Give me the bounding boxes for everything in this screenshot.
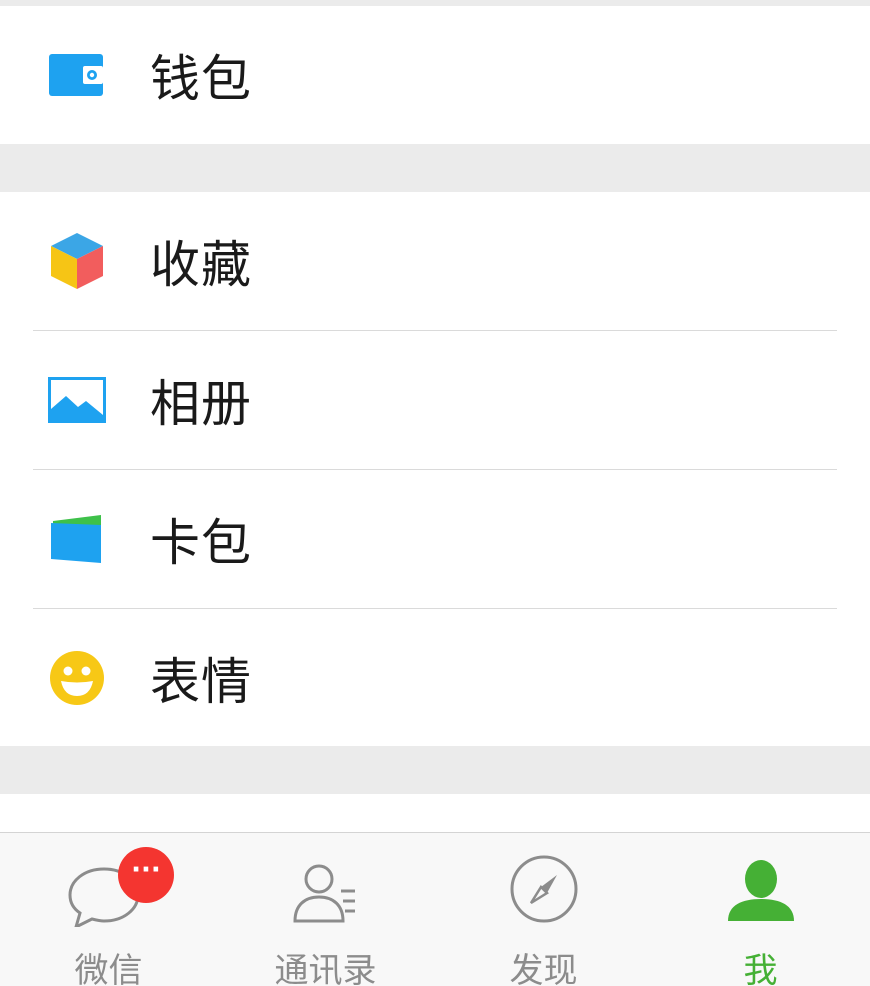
contacts-icon <box>281 847 371 927</box>
stickers-label: 表情 <box>150 653 252 711</box>
cube-icon <box>46 230 108 292</box>
smiley-icon <box>46 647 108 709</box>
person-icon <box>716 847 806 927</box>
tab-contacts[interactable]: 通讯录 <box>217 833 434 986</box>
album-cell[interactable]: 相册 <box>0 331 870 469</box>
tab-discover-label: 发现 <box>509 951 578 986</box>
cards-label: 卡包 <box>150 514 252 572</box>
photo-icon <box>46 369 108 431</box>
favorites-cell[interactable]: 收藏 <box>0 192 870 330</box>
stickers-cell[interactable]: 表情 <box>0 609 870 747</box>
wallet-group: 钱包 <box>0 6 870 144</box>
bottom-tab-bar: ··· 微信 通讯录 发现 我 <box>0 832 870 986</box>
tab-me-label: 我 <box>743 951 778 986</box>
card-wallet-icon <box>46 508 108 570</box>
me-screen: 钱包 收藏 相册 卡包 表情 ··· 微信 通讯录 发现 我 <box>0 0 870 986</box>
wallet-label: 钱包 <box>150 50 252 108</box>
tab-contacts-label: 通讯录 <box>274 951 377 986</box>
tab-chats-label: 微信 <box>74 951 143 986</box>
settings-group-partial <box>0 794 870 834</box>
compass-icon <box>499 847 589 927</box>
cards-cell[interactable]: 卡包 <box>0 470 870 608</box>
tab-discover[interactable]: 发现 <box>435 833 652 986</box>
unread-badge: ··· <box>118 847 174 903</box>
features-group: 收藏 相册 卡包 表情 <box>0 192 870 746</box>
tab-me[interactable]: 我 <box>652 833 869 986</box>
wallet-cell[interactable]: 钱包 <box>0 6 870 144</box>
album-label: 相册 <box>150 375 252 433</box>
wallet-icon <box>46 44 108 106</box>
tab-chats[interactable]: ··· 微信 <box>0 833 217 986</box>
favorites-label: 收藏 <box>150 236 252 294</box>
